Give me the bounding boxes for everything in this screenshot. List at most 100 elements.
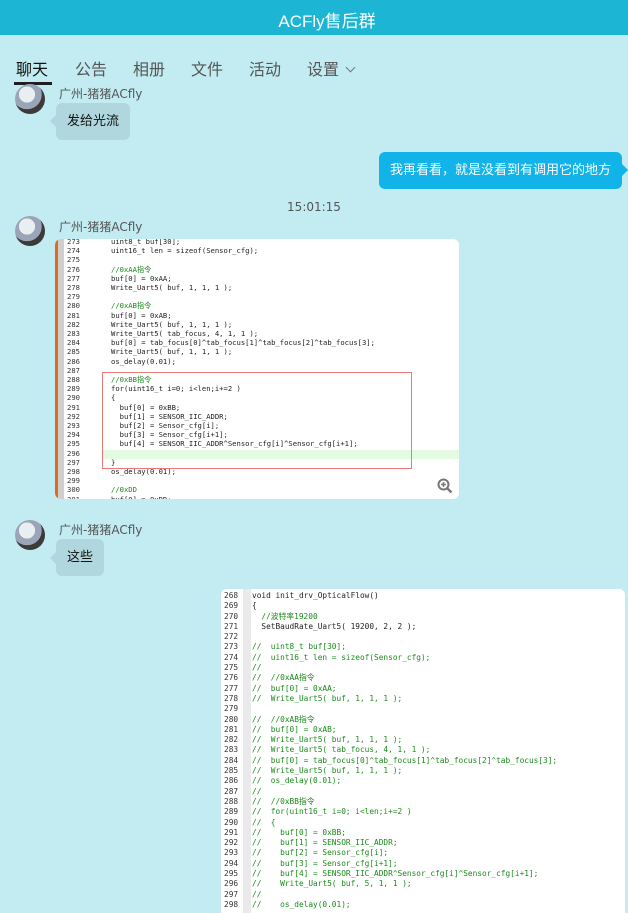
code-text: // buf[3] = Sensor_cfg[i+1];: [252, 858, 398, 868]
code-text: // for(uint16_t i=0; i<len;i+=2 ): [252, 807, 412, 817]
line-number: 286: [67, 356, 80, 366]
code-line: 280 // //0xAB指令: [224, 715, 557, 725]
line-number: 274: [67, 246, 80, 256]
zoom-in-icon[interactable]: [437, 478, 453, 494]
code-line: 276 // //0xAA指令: [224, 673, 557, 683]
message-bubble[interactable]: 这些: [56, 539, 105, 576]
chevron-down-icon: [345, 62, 356, 73]
code-line: 273 uint8_t buf[30];: [67, 239, 375, 246]
code-line: 288 // //0xBB指令: [224, 797, 557, 807]
code-line: 278 Write_Uart5( buf, 1, 1, 1 );: [67, 283, 375, 292]
code-text: // {: [252, 817, 276, 827]
my-image-message[interactable]: 268 void init_drv_OpticalFlow() 269 {270 //…: [221, 589, 625, 913]
code-text: buf[0] = 0xAA;: [111, 273, 172, 283]
avatar[interactable]: [15, 84, 45, 114]
code-text: //0xAA指令: [111, 264, 152, 274]
timestamp: 15:01:15: [287, 200, 341, 214]
code-line: 272: [224, 632, 557, 642]
line-number: 292: [224, 838, 239, 848]
line-number: 270: [224, 611, 239, 621]
image-message[interactable]: 273 uint8_t buf[30]; 274 uint16_t len = siz…: [55, 239, 459, 499]
code-line: 279: [224, 704, 557, 714]
line-number: 278: [224, 693, 239, 703]
tab-album[interactable]: 相册: [133, 56, 165, 80]
code-text: Write_Uart5( tab_focus, 4, 1, 1 );: [111, 329, 259, 339]
code-line: 286 // os_delay(0.01);: [224, 776, 557, 786]
code-line: 276 //0xAA指令: [67, 265, 375, 274]
code-text: // //0xAA指令: [252, 673, 315, 683]
line-number: 282: [224, 735, 239, 745]
my-message-bubble[interactable]: 我再看看，就是没看到有调用它的地方: [379, 152, 623, 189]
code-line: 283 Write_Uart5( tab_focus, 4, 1, 1 );: [67, 329, 375, 338]
code-line: 271 SetBaudRate_Uart5( 19200, 2, 2 );: [224, 622, 557, 632]
editor-gutter: [58, 239, 64, 499]
code-text: // os_delay(0.01);: [252, 899, 351, 909]
code-line: 287 //: [224, 787, 557, 797]
code-line: 297 //: [224, 890, 557, 900]
code-text: buf[0] = 0xDD;: [111, 495, 172, 499]
code-line: 270 //波特率19200: [224, 612, 557, 622]
sender-name: 广州-猪猪ACfly: [59, 87, 143, 101]
line-number: 268: [224, 591, 239, 600]
code-text: // Write_Uart5( buf, 1, 1, 1 );: [252, 766, 403, 776]
line-number: 279: [67, 292, 80, 302]
line-number: 277: [224, 683, 239, 693]
avatar[interactable]: [15, 520, 45, 550]
tab-announcements[interactable]: 公告: [75, 56, 107, 80]
code-text: // buf[2] = Sensor_cfg[i];: [252, 848, 389, 858]
code-text: // Write_Uart5( buf, 5, 1, 1 );: [252, 879, 412, 889]
code-text: os_delay(0.01);: [111, 356, 176, 366]
code-text: //: [252, 889, 262, 899]
code-text: Write_Uart5( buf, 1, 1, 1 );: [111, 319, 233, 329]
code-text: void init_drv_OpticalFlow(): [252, 591, 379, 600]
line-number: 301: [67, 495, 111, 499]
line-number: 283: [67, 329, 80, 339]
code-line: 295 // buf[4] = SENSOR_IIC_ADDR^Sensor_cf…: [224, 869, 557, 879]
code-line: 282 // Write_Uart5( buf, 1, 1, 1 );: [224, 735, 557, 745]
line-number: 272: [224, 632, 239, 642]
line-number: 296: [224, 879, 239, 889]
highlight-box: [102, 372, 412, 469]
code-line: 275: [67, 255, 375, 264]
code-line: 277 // buf[0] = 0xAA;: [224, 684, 557, 694]
code-line: 300 //0xDD: [67, 485, 375, 494]
line-number: 300: [67, 485, 80, 495]
line-number: 291: [224, 827, 239, 837]
code-text: // uint8_t buf[30];: [252, 642, 346, 652]
line-number: 288: [224, 796, 239, 806]
tab-settings[interactable]: 设置: [307, 56, 356, 80]
code-block: 268 void init_drv_OpticalFlow() 269 {270 //…: [224, 591, 557, 910]
line-number: 273: [67, 239, 80, 246]
code-text: SetBaudRate_Uart5( 19200, 2, 2 );: [252, 621, 417, 631]
code-line: 279: [67, 292, 375, 301]
code-line: 268 void init_drv_OpticalFlow(): [224, 591, 557, 601]
code-line: 285 // Write_Uart5( buf, 1, 1, 1 );: [224, 766, 557, 776]
line-number: 298: [224, 899, 239, 909]
code-line: 273 // uint8_t buf[30];: [224, 642, 557, 652]
line-number: 269: [224, 601, 239, 611]
code-text: //波特率19200: [252, 611, 318, 621]
code-text: // //0xAB指令: [252, 714, 315, 724]
line-number: 273: [224, 642, 239, 652]
tab-activities[interactable]: 活动: [249, 56, 281, 80]
code-line: 291 // buf[0] = 0xBB;: [224, 828, 557, 838]
line-number: 284: [67, 338, 80, 348]
tab-chat[interactable]: 聊天: [16, 56, 48, 80]
message-bubble[interactable]: 发给光流: [56, 103, 131, 140]
code-text: // buf[4] = SENSOR_IIC_ADDR^Sensor_cfg[i…: [252, 869, 539, 879]
code-text: uint16_t len = sizeof(Sensor_cfg);: [111, 246, 259, 256]
tab-files[interactable]: 文件: [191, 56, 223, 80]
line-number: 290: [224, 817, 239, 827]
code-line: 281 // buf[0] = 0xAB;: [224, 725, 557, 735]
line-number: 282: [67, 319, 80, 329]
line-number: 281: [67, 310, 80, 320]
avatar[interactable]: [15, 216, 45, 246]
code-line: 277 buf[0] = 0xAA;: [67, 274, 375, 283]
line-number: 276: [224, 673, 239, 683]
code-text: // Write_Uart5( buf, 1, 1, 1 );: [252, 693, 403, 703]
code-text: // Write_Uart5( tab_focus, 4, 1, 1 );: [252, 745, 431, 755]
line-number: 289: [224, 807, 239, 817]
sender-name: 广州-猪猪ACfly: [59, 220, 143, 234]
tab-settings-label: 设置: [307, 60, 340, 79]
code-line: 290 // {: [224, 818, 557, 828]
